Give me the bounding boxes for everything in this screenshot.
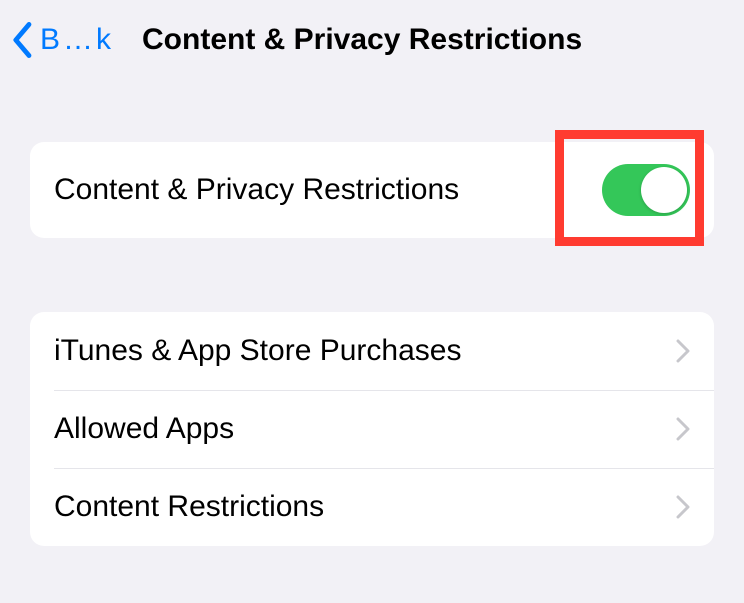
back-chevron-icon[interactable] [12,22,34,58]
chevron-right-icon [676,339,690,363]
menu-section: iTunes & App Store Purchases Allowed App… [30,312,714,546]
menu-item-content-restrictions[interactable]: Content Restrictions [30,468,714,546]
menu-item-allowed-apps[interactable]: Allowed Apps [30,390,714,468]
menu-item-label: Content Restrictions [54,490,324,524]
toggle-section: Content & Privacy Restrictions [30,142,714,238]
content-privacy-toggle[interactable] [602,164,690,216]
header: B…k Content & Privacy Restrictions [0,0,744,78]
menu-item-label: Allowed Apps [54,412,234,446]
chevron-right-icon [676,417,690,441]
chevron-right-icon [676,495,690,519]
menu-item-label: iTunes & App Store Purchases [54,334,461,368]
back-button[interactable]: B…k [40,23,114,57]
content-privacy-toggle-row: Content & Privacy Restrictions [30,142,714,238]
toggle-label: Content & Privacy Restrictions [54,173,459,207]
page-title: Content & Privacy Restrictions [142,23,582,57]
menu-item-itunes-purchases[interactable]: iTunes & App Store Purchases [30,312,714,390]
toggle-knob-icon [641,167,687,213]
